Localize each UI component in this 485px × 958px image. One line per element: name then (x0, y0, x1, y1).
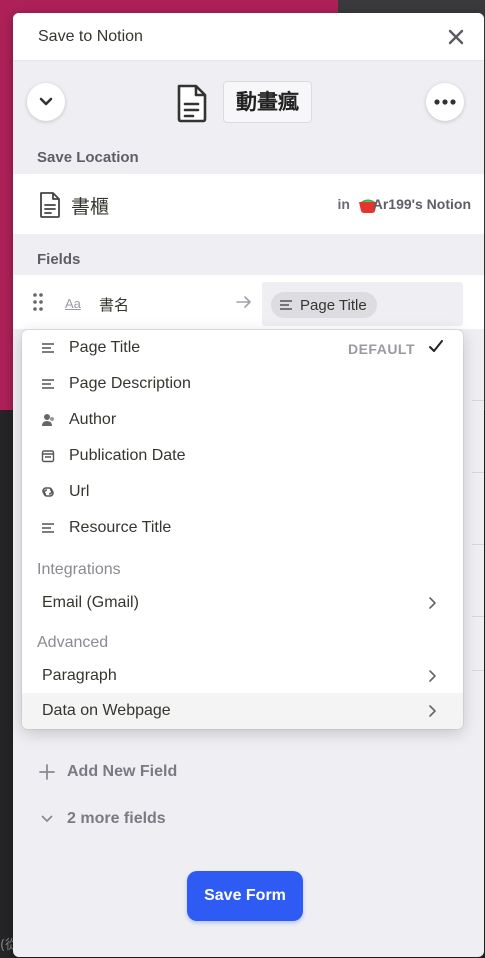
collapse-button[interactable] (27, 83, 65, 121)
fields-label: Fields (37, 251, 81, 268)
dropdown-item-url[interactable]: Url (22, 474, 463, 510)
save-location-selector[interactable]: 書櫃 in Ar199's Notion (13, 174, 484, 234)
row-divider (472, 670, 484, 671)
field-target-pill: Page Title (271, 292, 377, 318)
dropdown-item-email-gmail[interactable]: Email (Gmail) (22, 585, 463, 621)
add-new-field-button[interactable]: Add New Field (39, 763, 177, 781)
link-icon (42, 487, 54, 497)
more-fields-label: 2 more fields (67, 810, 166, 827)
panel-header: Save to Notion (13, 13, 484, 61)
person-icon (42, 414, 54, 426)
ellipsis-icon (434, 99, 456, 105)
chevron-down-icon (41, 815, 53, 822)
text-lines-icon (42, 343, 54, 353)
integrations-group-label: Integrations (37, 561, 121, 578)
dropdown-item-label: Resource Title (69, 519, 172, 536)
save-location-label: Save Location (37, 149, 139, 166)
dropdown-item-label: Author (69, 411, 117, 428)
save-form-button[interactable]: Save Form (187, 871, 303, 921)
chevron-right-icon (429, 705, 436, 717)
plus-icon (39, 764, 55, 780)
calendar-icon (41, 450, 55, 463)
field-target-selector[interactable]: Page Title (262, 282, 463, 326)
field-mapping-row: Aa 書名 Page Title (13, 275, 484, 329)
more-fields-toggle[interactable]: 2 more fields (41, 810, 166, 828)
arrow-right-icon (236, 296, 251, 308)
text-lines-icon (42, 379, 54, 389)
field-target-label: Page Title (300, 296, 367, 314)
database-name: 書櫃 (71, 196, 110, 218)
text-lines-icon (280, 300, 292, 310)
chevron-right-icon (429, 670, 436, 682)
chevron-right-icon (429, 597, 436, 609)
dropdown-item-paragraph[interactable]: Paragraph (22, 658, 463, 694)
page-title-input[interactable]: 動畫瘋 (223, 81, 312, 123)
text-lines-icon (42, 523, 54, 533)
drag-handle-icon[interactable] (32, 292, 44, 312)
close-icon[interactable] (446, 27, 466, 47)
window-title: Save to Notion (38, 28, 143, 45)
dropdown-item-publication-date[interactable]: Publication Date (22, 438, 463, 474)
text-property-icon: Aa (65, 296, 81, 311)
row-divider (472, 616, 484, 617)
dropdown-item-author[interactable]: Author (22, 402, 463, 438)
more-options-button[interactable] (426, 83, 464, 121)
check-icon (429, 340, 443, 352)
dropdown-item-data-on-webpage[interactable]: Data on Webpage (22, 693, 463, 729)
dropdown-item-label: Email (Gmail) (42, 594, 139, 611)
dropdown-item-label: Publication Date (69, 447, 186, 464)
dropdown-item-label: Url (69, 483, 90, 500)
dropdown-item-label: Page Title (69, 339, 141, 356)
in-label: in (337, 196, 350, 212)
page-icon (177, 84, 207, 123)
row-divider (472, 544, 484, 545)
dropdown-item-page-description[interactable]: Page Description (22, 366, 463, 402)
dropdown-item-page-title[interactable]: Page Title DEFAULT (22, 330, 463, 366)
advanced-group-label: Advanced (37, 634, 109, 651)
workspace-name: Ar199's Notion (372, 196, 471, 212)
row-divider (472, 400, 484, 401)
dropdown-item-label: Page Description (69, 375, 191, 392)
page-icon (40, 192, 60, 218)
save-to-notion-panel: Save to Notion 動畫瘋 Save Location 書櫃 in A… (13, 13, 484, 957)
dropdown-item-label: Paragraph (42, 667, 117, 684)
field-type-dropdown: Page Title DEFAULT Page Description Auth… (22, 330, 463, 729)
dropdown-item-resource-title[interactable]: Resource Title (22, 510, 463, 546)
dropdown-item-label: Data on Webpage (42, 702, 171, 719)
row-divider (472, 472, 484, 473)
chevron-down-icon (39, 97, 53, 106)
field-name: 書名 (99, 296, 130, 314)
default-badge: DEFAULT (347, 341, 415, 357)
add-new-field-label: Add New Field (67, 763, 178, 780)
